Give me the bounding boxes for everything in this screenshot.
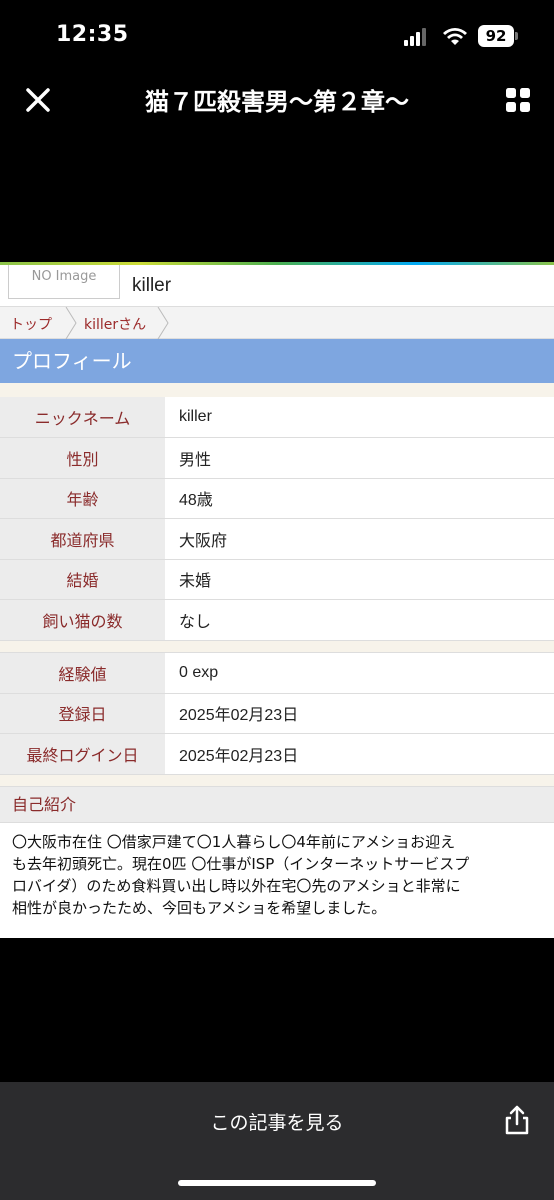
row-label: 登録日 xyxy=(0,693,165,734)
avatar-placeholder: NO Image xyxy=(8,265,120,299)
table-row: 経験値 0 exp xyxy=(0,652,554,694)
table-row: 結婚 未婚 xyxy=(0,559,554,600)
intro-line: 相性が良かったため、今回もアメショを希望しました。 xyxy=(12,898,387,917)
spacer xyxy=(0,640,554,653)
row-value: 48歳 xyxy=(165,478,554,519)
row-label: 経験値 xyxy=(0,652,165,694)
share-icon[interactable] xyxy=(502,1104,532,1136)
spacer xyxy=(0,774,554,787)
app-header: 猫７匹殺害男〜第２章〜 xyxy=(0,70,554,130)
chevron-right-icon xyxy=(65,307,77,339)
row-value: 大阪府 xyxy=(165,518,554,560)
breadcrumb-current[interactable]: killerさん xyxy=(84,314,146,334)
breadcrumb: トップ killerさん xyxy=(0,307,554,339)
row-label: 飼い猫の数 xyxy=(0,599,165,641)
breadcrumb-home[interactable]: トップ xyxy=(10,314,52,334)
table-row: 性別 男性 xyxy=(0,437,554,479)
row-value: なし xyxy=(165,599,554,641)
row-value: 男性 xyxy=(165,437,554,479)
table-row: 都道府県 大阪府 xyxy=(0,518,554,560)
row-label: 最終ログイン日 xyxy=(0,733,165,775)
page-title: 猫７匹殺害男〜第２章〜 xyxy=(145,88,409,116)
stats-table: 経験値 0 exp 登録日 2025年02月23日 最終ログイン日 2025年02月2… xyxy=(0,652,554,775)
row-label: 性別 xyxy=(0,437,165,479)
grid-icon[interactable] xyxy=(502,84,534,116)
table-row: 飼い猫の数 なし xyxy=(0,599,554,641)
row-label: 結婚 xyxy=(0,559,165,600)
table-row: 年齢 48歳 xyxy=(0,478,554,519)
row-value: 2025年02月23日 xyxy=(165,693,554,734)
row-label: 都道府県 xyxy=(0,518,165,560)
web-content: NO Image killer トップ killerさん プロフィール ニックネ… xyxy=(0,262,554,938)
profile-table: ニックネーム killer 性別 男性 年齢 48歳 都道府県 大阪府 結婚 未婚 飼い猫… xyxy=(0,397,554,641)
intro-title: 自己紹介 xyxy=(0,786,554,823)
spacer xyxy=(0,383,554,397)
close-icon[interactable] xyxy=(20,82,56,118)
intro-line: も去年初頭死亡。現在0匹 〇仕事がISP（インターネットサービスプ xyxy=(12,854,470,873)
battery-tip xyxy=(515,32,518,40)
row-value: 2025年02月23日 xyxy=(165,733,554,775)
table-row: 登録日 2025年02月23日 xyxy=(0,693,554,734)
row-value: 未婚 xyxy=(165,559,554,600)
table-row: ニックネーム killer xyxy=(0,397,554,438)
row-value: 0 exp xyxy=(165,652,554,694)
intro-line: ロバイダ）のため食料買い出し時以外在宅〇先のアメショと非常に xyxy=(12,876,461,895)
status-bar: 12:35 92 xyxy=(0,0,554,70)
row-value: killer xyxy=(165,397,554,438)
username: killer xyxy=(132,275,172,296)
section-title-profile: プロフィール xyxy=(0,339,554,383)
intro-text: 〇大阪市在住 〇借家戸建て〇1人暮らし〇4年前にアメショお迎え も去年初頭死亡。… xyxy=(0,823,554,919)
chevron-right-icon xyxy=(157,307,169,339)
row-label: ニックネーム xyxy=(0,397,165,438)
intro-line: 〇大阪市在住 〇借家戸建て〇1人暮らし〇4年前にアメショお迎え xyxy=(12,832,456,851)
battery-icon: 92 xyxy=(478,25,514,47)
row-label: 年齢 xyxy=(0,478,165,519)
status-time: 12:35 xyxy=(56,22,129,47)
user-header: NO Image killer xyxy=(0,265,554,307)
home-indicator xyxy=(178,1180,376,1186)
bottom-bar: この記事を見る xyxy=(0,1082,554,1200)
table-row: 最終ログイン日 2025年02月23日 xyxy=(0,733,554,775)
signal-icon xyxy=(404,28,430,46)
wifi-icon xyxy=(443,28,467,45)
view-article-button[interactable]: この記事を見る xyxy=(0,1108,554,1135)
